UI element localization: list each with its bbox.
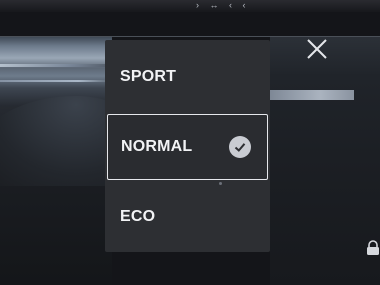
background-vehicle-image	[0, 36, 140, 285]
infotainment-screen: › ↔ ‹ ‹ SPORT NORMAL ECO	[0, 0, 380, 285]
lock-icon	[367, 240, 379, 255]
status-bar: › ↔ ‹ ‹	[0, 0, 380, 12]
mode-option-label: NORMAL	[121, 138, 193, 155]
mode-option-sport[interactable]: SPORT	[107, 44, 268, 110]
mode-option-normal[interactable]: NORMAL	[107, 114, 268, 180]
background-panel-right	[270, 36, 380, 285]
mode-option-label: ECO	[120, 208, 156, 225]
mode-option-label: SPORT	[120, 68, 177, 85]
background-highlight-bar	[270, 90, 354, 100]
close-button[interactable]	[300, 34, 334, 64]
mode-option-eco[interactable]: ECO	[107, 184, 268, 250]
drive-mode-menu: SPORT NORMAL ECO	[105, 40, 270, 252]
indicator-dot	[219, 182, 222, 185]
status-icons: › ↔ ‹ ‹	[196, 0, 250, 10]
close-icon	[307, 39, 327, 59]
check-icon	[229, 136, 251, 158]
